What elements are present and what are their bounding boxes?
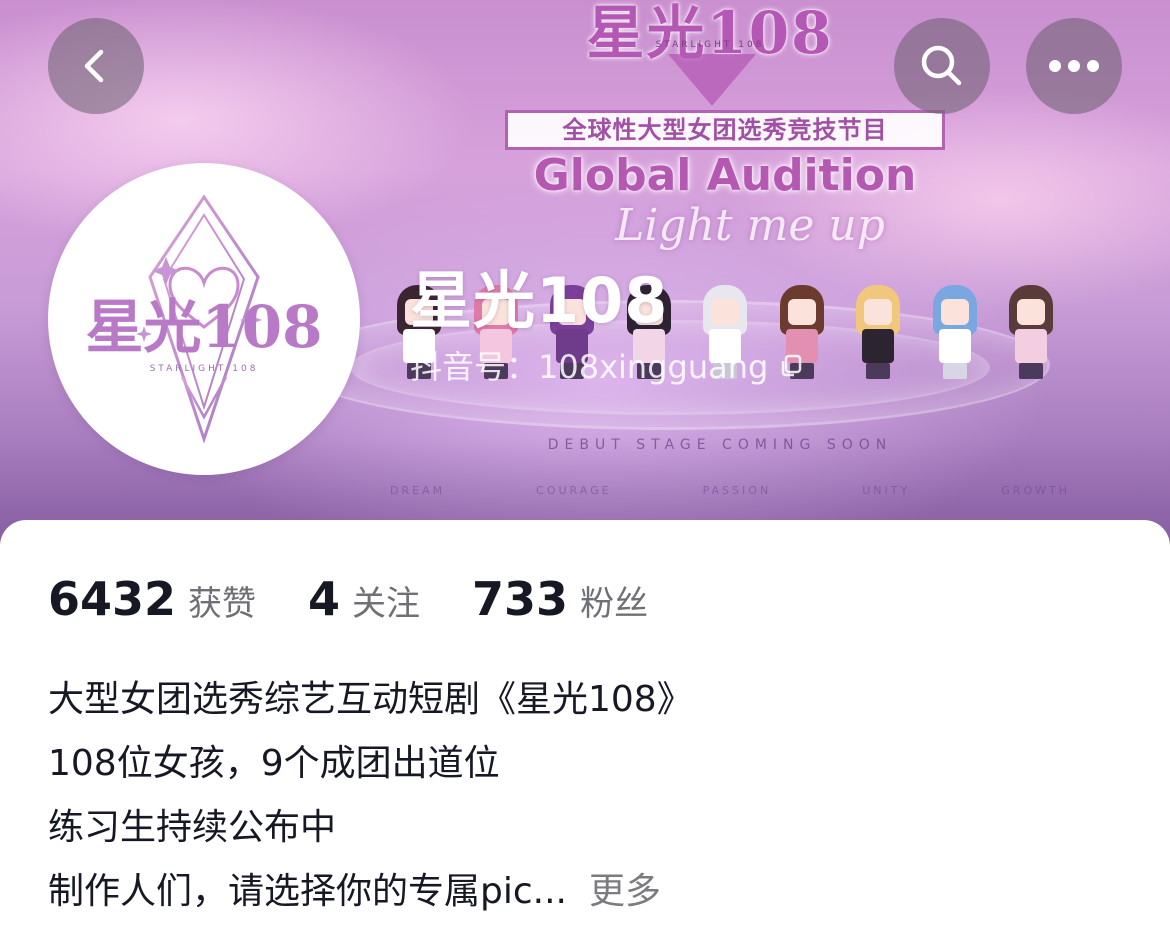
back-button[interactable] [48, 18, 144, 114]
profile-name: 星光108 [410, 264, 669, 337]
avatar-logo-subtitle: STARLIGHT 108 [150, 364, 259, 374]
profile-bio[interactable]: 大型女团选秀综艺互动短剧《星光108》 108位女孩，9个成团出道位 练习生持续… [48, 668, 1128, 924]
banner-word: PASSION [702, 484, 772, 497]
more-dots-icon [1049, 60, 1099, 72]
bio-line-last: 制作人们，请选择你的专属pic... 更多 [48, 860, 1128, 924]
banner-footer-words: DREAM COURAGE PASSION UNITY GROWTH [390, 484, 1070, 497]
avatar-logo-title: 星光108 [85, 293, 322, 361]
stat-following-value: 4 [308, 572, 341, 626]
chevron-left-icon [84, 49, 104, 83]
banner-script-text: Light me up [615, 200, 885, 251]
avatar[interactable]: 星光108 STARLIGHT 108 [48, 163, 360, 475]
banner-word: COURAGE [536, 484, 612, 497]
banner-word: GROWTH [1001, 484, 1070, 497]
profile-stats: 6432 获赞 4 关注 733 粉丝 [48, 572, 700, 626]
stat-followers-value: 733 [472, 572, 569, 626]
bio-line: 108位女孩，9个成团出道位 [48, 743, 500, 784]
banner-word: DREAM [390, 484, 446, 497]
profile-id-text: 抖音号：108xingguang [410, 348, 769, 386]
stat-likes[interactable]: 6432 获赞 [48, 572, 256, 626]
stat-followers[interactable]: 733 粉丝 [472, 572, 648, 626]
avatar-logo: 星光108 STARLIGHT 108 [85, 194, 323, 444]
stat-likes-label: 获赞 [188, 584, 257, 624]
stat-following[interactable]: 4 关注 [308, 572, 420, 626]
stat-followers-label: 粉丝 [580, 584, 649, 624]
more-button[interactable] [1026, 18, 1122, 114]
bio-line: 练习生持续公布中 [48, 807, 337, 848]
stat-following-label: 关注 [352, 584, 421, 624]
banner-headline-en: Global Audition [533, 150, 917, 201]
banner-logo-subtitle: STARLIGHT 108 [655, 40, 765, 50]
bio-line-text: 制作人们，请选择你的专属pic... [48, 871, 567, 912]
copy-icon[interactable] [778, 352, 804, 378]
banner-gem-shape [668, 54, 756, 106]
pixel-character [1007, 285, 1055, 380]
search-button[interactable] [894, 18, 990, 114]
pixel-character [854, 285, 902, 380]
search-icon [921, 45, 962, 86]
bio-more-link[interactable]: 更多 [589, 871, 661, 912]
bio-line: 大型女团选秀综艺互动短剧《星光108》 [48, 679, 693, 720]
banner-word: UNITY [862, 484, 911, 497]
banner-footer-text: DEBUT STAGE COMING SOON [547, 437, 893, 453]
pixel-character [931, 285, 979, 380]
stat-likes-value: 6432 [48, 572, 177, 626]
profile-id-row[interactable]: 抖音号：108xingguang [410, 342, 804, 388]
banner-headline-cn: 全球性大型女团选秀竞技节目 [505, 110, 945, 150]
